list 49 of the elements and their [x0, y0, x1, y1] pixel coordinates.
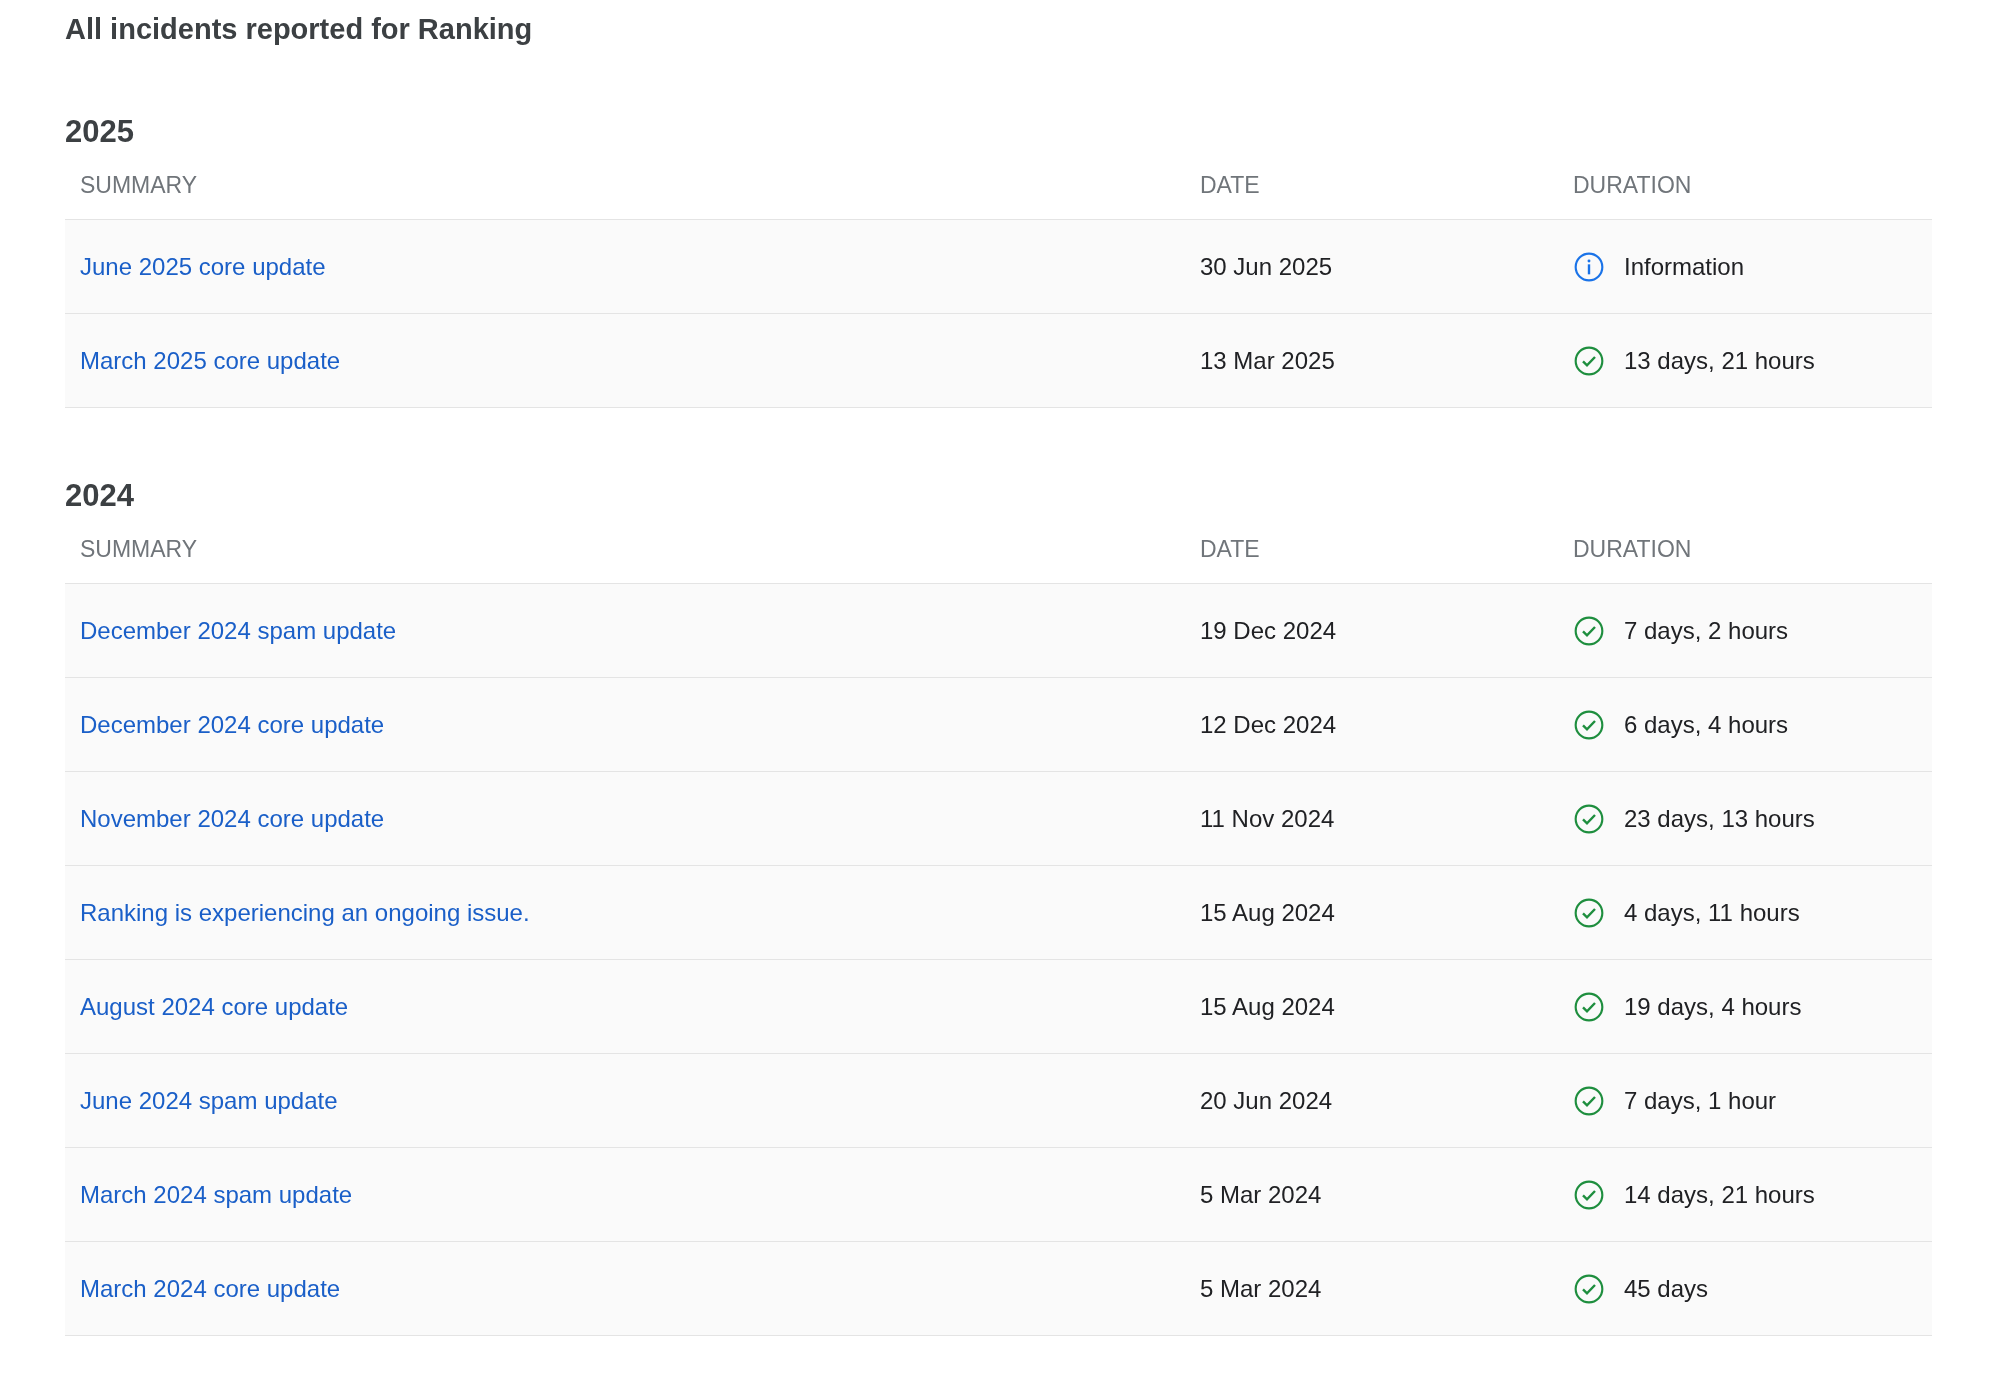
page-title: All incidents reported for Ranking: [65, 12, 534, 47]
duration-text: 23 days, 13 hours: [1624, 803, 1815, 834]
check-circle-icon: [1573, 1178, 1605, 1211]
info-icon: [1573, 250, 1605, 283]
check-circle-icon: [1573, 344, 1605, 377]
incident-link[interactable]: March 2025 core update: [80, 346, 341, 374]
duration-text: 7 days, 2 hours: [1624, 615, 1789, 646]
column-header: DURATION: [1573, 172, 1692, 199]
date-text: 19 Dec 2024: [1200, 616, 1337, 644]
duration-text: 7 days, 1 hour: [1624, 1085, 1777, 1116]
date-text: 13 Mar 2025: [1200, 346, 1335, 374]
incident-link[interactable]: June 2025 core update: [80, 252, 326, 280]
incident-link[interactable]: December 2024 core update: [80, 710, 385, 738]
incident-link[interactable]: November 2024 core update: [80, 804, 385, 832]
check-circle-icon: [1573, 614, 1605, 647]
date-text: 15 Aug 2024: [1200, 898, 1335, 926]
incident-link[interactable]: August 2024 core update: [80, 992, 349, 1020]
column-header: SUMMARY: [80, 172, 198, 199]
duration-text: 45 days: [1624, 1273, 1709, 1304]
column-header: DATE: [1200, 536, 1260, 563]
check-circle-icon: [1573, 990, 1605, 1023]
date-text: 5 Mar 2024: [1200, 1274, 1322, 1302]
incident-link[interactable]: March 2024 core update: [80, 1274, 341, 1302]
column-header: DATE: [1200, 172, 1260, 199]
incident-link[interactable]: March 2024 spam update: [80, 1180, 353, 1208]
duration-text: 6 days, 4 hours: [1624, 709, 1789, 740]
duration-text: 19 days, 4 hours: [1624, 991, 1802, 1022]
incident-link[interactable]: December 2024 spam update: [80, 616, 397, 644]
check-circle-icon: [1573, 1084, 1605, 1117]
check-circle-icon: [1573, 1272, 1605, 1305]
column-header: SUMMARY: [80, 536, 198, 563]
duration-text: 14 days, 21 hours: [1624, 1179, 1815, 1210]
date-text: 30 Jun 2025: [1200, 252, 1333, 280]
column-header: DURATION: [1573, 536, 1692, 563]
duration-text: 4 days, 11 hours: [1624, 897, 1800, 928]
year-heading: 2025: [65, 114, 135, 150]
incident-link[interactable]: June 2024 spam update: [80, 1086, 338, 1114]
incident-link[interactable]: Ranking is experiencing an ongoing issue.: [80, 898, 530, 926]
date-text: 12 Dec 2024: [1200, 710, 1337, 738]
date-text: 5 Mar 2024: [1200, 1180, 1322, 1208]
date-text: 11 Nov 2024: [1200, 804, 1335, 832]
year-heading: 2024: [65, 478, 135, 514]
check-circle-icon: [1573, 896, 1605, 929]
duration-text: Information: [1624, 251, 1745, 282]
date-text: 15 Aug 2024: [1200, 992, 1335, 1020]
date-text: 20 Jun 2024: [1200, 1086, 1333, 1114]
check-circle-icon: [1573, 708, 1605, 741]
duration-text: 13 days, 21 hours: [1624, 345, 1815, 376]
check-circle-icon: [1573, 802, 1605, 835]
